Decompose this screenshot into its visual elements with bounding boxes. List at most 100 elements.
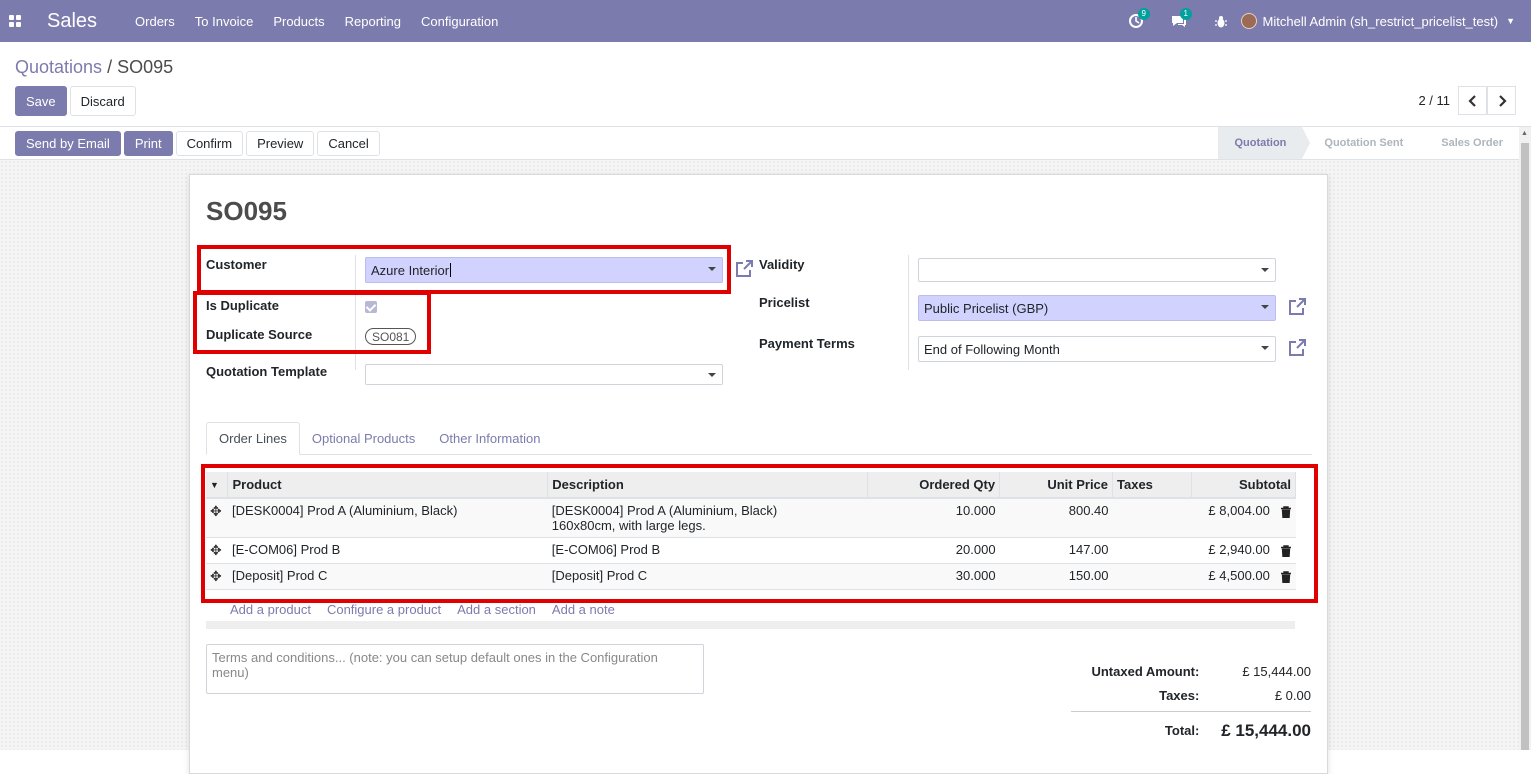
discard-button[interactable]: Discard	[69, 86, 136, 116]
untaxed-amount-label: Untaxed Amount:	[1091, 663, 1200, 679]
activity-icon[interactable]: 9	[1128, 8, 1150, 28]
cell-taxes[interactable]	[1112, 563, 1192, 590]
stage-label: Sales Order	[1441, 137, 1503, 149]
dropdown-caret-icon[interactable]	[1261, 305, 1269, 309]
column-header-subtotal[interactable]: Subtotal	[1191, 472, 1297, 499]
stage-sales-order[interactable]: Sales Order	[1419, 127, 1519, 159]
subtotal-value: £ 4,500.00	[1208, 568, 1270, 583]
notebook-tabs: Order Lines Optional Products Other Info…	[206, 422, 1312, 455]
external-link-icon[interactable]	[1287, 338, 1307, 358]
confirm-button[interactable]: Confirm	[175, 131, 244, 156]
pager-next-icon[interactable]	[1487, 86, 1516, 115]
table-row[interactable]: ✥ [DESK0004] Prod A (Aluminium, Black) […	[206, 498, 1296, 538]
customer-field[interactable]: Azure Interior	[365, 257, 723, 283]
terms-and-conditions-field[interactable]: Terms and conditions... (note: you can s…	[206, 644, 704, 694]
scroll-up-icon[interactable]: ▲	[1521, 130, 1528, 137]
breadcrumb: Quotations / SO095	[15, 57, 173, 78]
cell-ordered-qty[interactable]: 30.000	[867, 563, 1000, 590]
description-line: [DESK0004] Prod A (Aluminium, Black)	[551, 503, 778, 518]
column-header-taxes[interactable]: Taxes	[1112, 472, 1192, 499]
column-header-unit-price[interactable]: Unit Price	[999, 472, 1114, 499]
print-button[interactable]: Print	[123, 131, 173, 156]
taxes-label: Taxes:	[1159, 687, 1200, 703]
order-totals: Untaxed Amount: £ 15,444.00 Taxes: £ 0.0…	[1071, 659, 1311, 743]
column-header-ordered-qty[interactable]: Ordered Qty	[867, 472, 1001, 499]
dropdown-caret-icon[interactable]	[708, 373, 716, 377]
menu-orders[interactable]: Orders	[135, 14, 175, 29]
cell-taxes[interactable]	[1112, 537, 1192, 564]
preview-button[interactable]: Preview	[246, 131, 315, 156]
menu-configuration[interactable]: Configuration	[421, 14, 498, 29]
scrollbar-thumb[interactable]	[1521, 143, 1529, 750]
configure-product-link[interactable]: Configure a product	[327, 602, 441, 617]
pricelist-label: Pricelist	[759, 295, 810, 310]
cell-unit-price[interactable]: 147.00	[999, 537, 1113, 564]
dropdown-caret-icon[interactable]	[1261, 268, 1269, 272]
save-button[interactable]: Save	[15, 86, 67, 116]
validity-field[interactable]	[918, 258, 1276, 282]
duplicate-source-tag[interactable]: SO081	[365, 328, 417, 345]
add-line-links: Add a product Configure a product Add a …	[230, 602, 615, 617]
sort-handle-header[interactable]: ▼	[206, 472, 229, 499]
drag-handle-icon[interactable]: ✥	[210, 568, 222, 584]
dropdown-caret-icon[interactable]	[708, 267, 716, 271]
trash-icon[interactable]	[1280, 505, 1292, 518]
table-row[interactable]: ✥ [Deposit] Prod C [Deposit] Prod C 30.0…	[206, 563, 1296, 590]
pricelist-field[interactable]: Public Pricelist (GBP)	[918, 295, 1276, 321]
external-link-icon[interactable]	[1287, 297, 1307, 317]
menu-products[interactable]: Products	[273, 14, 324, 29]
apps-menu-icon[interactable]	[0, 0, 30, 42]
tab-order-lines[interactable]: Order Lines	[206, 422, 300, 455]
cell-ordered-qty[interactable]: 20.000	[867, 537, 1000, 564]
cell-description[interactable]: [DESK0004] Prod A (Aluminium, Black) 160…	[547, 498, 868, 538]
pager-previous-icon[interactable]	[1458, 86, 1487, 115]
cell-unit-price[interactable]: 150.00	[999, 563, 1113, 590]
cell-product[interactable]: [E-COM06] Prod B	[227, 537, 548, 564]
cell-taxes[interactable]	[1112, 498, 1192, 538]
add-section-link[interactable]: Add a section	[457, 602, 536, 617]
drag-handle-icon[interactable]: ✥	[210, 542, 222, 558]
add-product-link[interactable]: Add a product	[230, 602, 311, 617]
app-name[interactable]: Sales	[47, 10, 97, 33]
drag-handle-icon[interactable]: ✥	[210, 503, 222, 519]
menu-reporting[interactable]: Reporting	[345, 14, 401, 29]
menu-to-invoice[interactable]: To Invoice	[195, 14, 254, 29]
send-by-email-button[interactable]: Send by Email	[15, 131, 121, 156]
dropdown-caret-icon[interactable]	[1261, 346, 1269, 350]
cell-product[interactable]: [Deposit] Prod C	[227, 563, 548, 590]
tab-other-information[interactable]: Other Information	[427, 422, 552, 455]
debug-bug-icon[interactable]	[1214, 15, 1227, 28]
cell-subtotal: £ 2,940.00	[1191, 537, 1296, 564]
quotation-template-field[interactable]	[365, 364, 723, 385]
payment-terms-value: End of Following Month	[924, 341, 1060, 357]
cell-product[interactable]: [DESK0004] Prod A (Aluminium, Black)	[227, 498, 548, 538]
user-menu[interactable]: Mitchell Admin (sh_restrict_pricelist_te…	[1240, 13, 1515, 29]
stage-quotation[interactable]: Quotation	[1218, 127, 1311, 159]
trash-icon[interactable]	[1280, 570, 1292, 583]
tab-optional-products[interactable]: Optional Products	[300, 422, 427, 455]
payment-terms-field[interactable]: End of Following Month	[918, 336, 1276, 362]
cell-ordered-qty[interactable]: 10.000	[867, 498, 1000, 538]
cell-description[interactable]: [E-COM06] Prod B	[547, 537, 868, 564]
subtotal-value: £ 8,004.00	[1208, 503, 1270, 518]
column-header-product[interactable]: Product	[227, 472, 549, 499]
pager-value[interactable]: 2 / 11	[1418, 93, 1450, 108]
untaxed-amount-value: £ 15,444.00	[1242, 663, 1311, 679]
pager: 2 / 11	[1418, 86, 1516, 115]
messages-icon[interactable]: 1	[1171, 8, 1192, 28]
is-duplicate-checkbox[interactable]	[365, 301, 377, 313]
breadcrumb-quotations[interactable]: Quotations	[15, 57, 102, 77]
cell-unit-price[interactable]: 800.40	[999, 498, 1113, 538]
cancel-button[interactable]: Cancel	[317, 131, 380, 156]
trash-icon[interactable]	[1280, 544, 1292, 557]
cell-description[interactable]: [Deposit] Prod C	[547, 563, 868, 590]
chevron-down-icon: ▼	[1506, 16, 1515, 26]
scrollbar[interactable]: ▲	[1519, 127, 1531, 750]
stage-quotation-sent[interactable]: Quotation Sent	[1302, 127, 1419, 159]
top-navbar: Sales Orders To Invoice Products Reporti…	[0, 0, 1531, 42]
table-row[interactable]: ✥ [E-COM06] Prod B [E-COM06] Prod B 20.0…	[206, 537, 1296, 564]
external-link-icon[interactable]	[734, 259, 754, 279]
column-header-description[interactable]: Description	[547, 472, 869, 499]
untaxed-amount-row: Untaxed Amount: £ 15,444.00	[1071, 659, 1311, 683]
add-note-link[interactable]: Add a note	[552, 602, 615, 617]
